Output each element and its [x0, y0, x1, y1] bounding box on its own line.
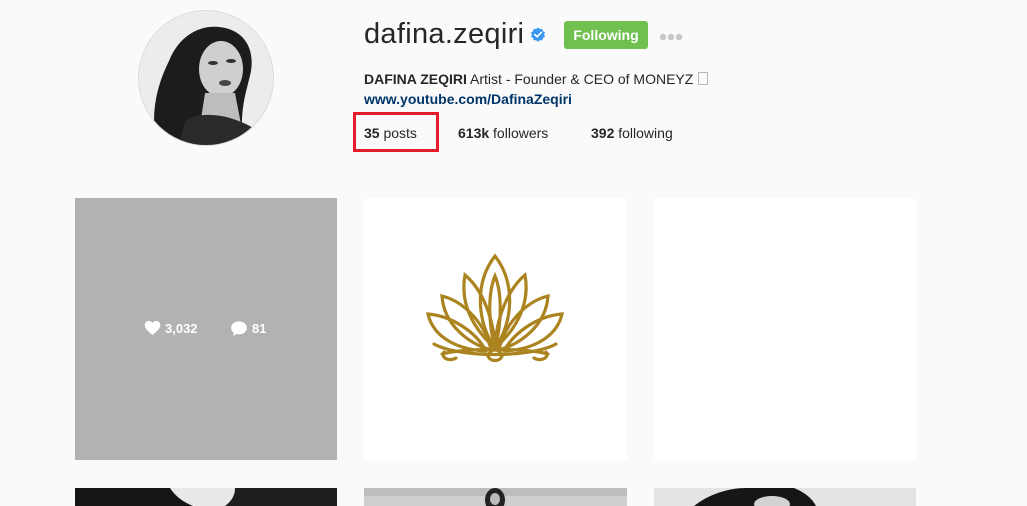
post-likes: 3,032 — [144, 320, 198, 336]
profile-website-link[interactable]: www.youtube.com/DafinaZeqiri — [364, 91, 572, 107]
post-tile-row2-1[interactable] — [75, 488, 337, 506]
ellipsis-icon — [659, 33, 683, 41]
following-count-label: following — [618, 125, 673, 141]
post-comments-count: 81 — [252, 321, 267, 336]
crown-logo-image — [425, 253, 565, 363]
post-photo-3 — [654, 488, 916, 506]
post-tile-white[interactable] — [654, 198, 916, 460]
unknown-glyph-icon — [698, 72, 709, 85]
post-photo-2 — [364, 488, 627, 506]
following-count-value: 392 — [591, 125, 615, 141]
comment-bubble-icon — [231, 321, 247, 336]
followers-count[interactable]: 613k followers — [458, 124, 548, 142]
posts-highlight-box — [353, 112, 439, 152]
profile-avatar[interactable] — [138, 10, 274, 146]
followers-count-value: 613k — [458, 125, 490, 141]
post-photo-1 — [75, 488, 337, 506]
post-tile-crown[interactable] — [364, 198, 627, 460]
post-comments: 81 — [230, 320, 266, 337]
verified-badge-icon — [531, 27, 545, 42]
post-tile-hovered[interactable]: 3,032 81 — [75, 198, 337, 460]
followers-count-label: followers — [493, 125, 549, 141]
profile-username: dafina.zeqiri — [364, 18, 525, 50]
heart-icon — [144, 320, 161, 336]
following-button[interactable]: Following — [564, 21, 648, 49]
profile-bio-text: Artist - Founder & CEO of MONEYZ — [470, 71, 694, 87]
following-count[interactable]: 392 following — [591, 124, 673, 142]
more-options-button[interactable] — [656, 26, 688, 46]
post-tile-row2-2[interactable] — [364, 488, 627, 506]
post-likes-count: 3,032 — [165, 320, 198, 336]
profile-full-name: DAFINA ZEQIRI — [364, 71, 467, 87]
avatar-photo — [139, 11, 273, 145]
post-tile-row2-3[interactable] — [654, 488, 916, 506]
profile-bio: DAFINA ZEQIRI Artist - Founder & CEO of … — [364, 70, 709, 88]
